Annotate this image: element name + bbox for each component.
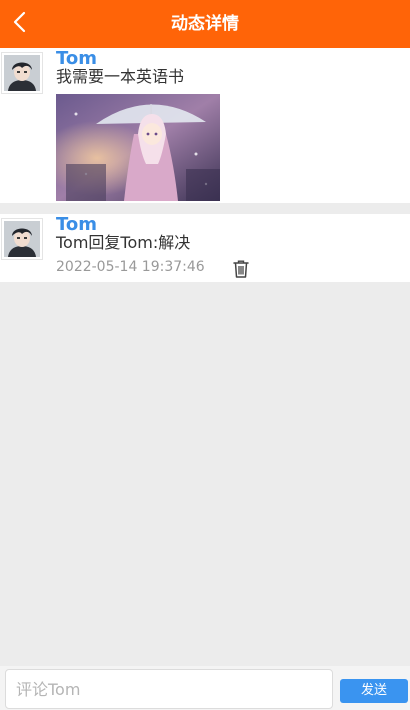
anime-illustration-image [56,94,220,201]
comment-content: Tom回复Tom:解决 [56,233,191,252]
delete-comment-button[interactable] [232,259,250,279]
user-avatar-image [4,55,40,91]
post-card: Tom 我需要一本英语书 [0,48,410,203]
comment-username[interactable]: Tom [56,215,97,235]
comment-item: Tom Tom回复Tom:解决 2022-05-14 19:37:46 [0,214,410,282]
comment-timestamp: 2022-05-14 19:37:46 [56,259,205,275]
post-content: 我需要一本英语书 [56,67,185,86]
comment-bar: 发送 [0,666,410,710]
post-image[interactable] [56,94,220,201]
avatar[interactable] [1,52,43,94]
trash-icon [233,260,249,278]
comment-input[interactable] [5,669,333,709]
user-avatar-image [4,221,40,257]
send-button[interactable]: 发送 [340,679,408,703]
avatar[interactable] [1,218,43,260]
post-username[interactable]: Tom [56,49,97,69]
page-title: 动态详情 [171,14,239,34]
app-header: 动态详情 [0,0,410,48]
